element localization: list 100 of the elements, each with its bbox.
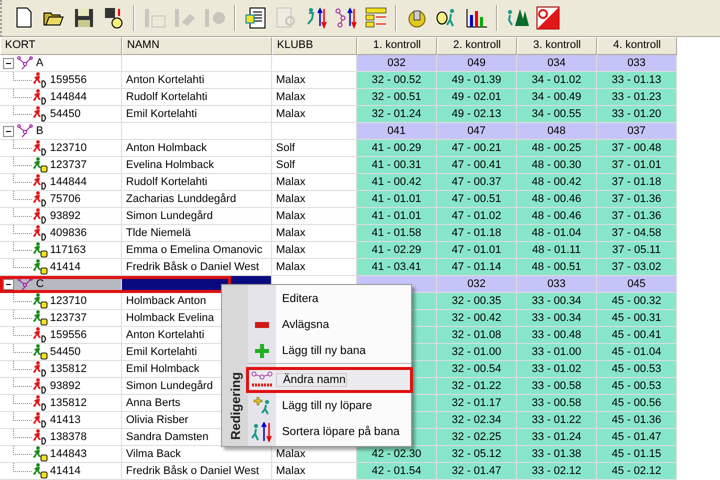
split-time-cell: 41 - 00.42 (357, 174, 437, 191)
runner-name-cell: Anton Holmback (122, 140, 272, 157)
split-time-cell: 47 - 00.51 (437, 191, 517, 208)
column-header[interactable]: NAMN (122, 37, 272, 55)
runner-name-cell: Zacharias Lunddegård (122, 191, 272, 208)
column-header[interactable]: KLUBB (272, 37, 357, 55)
split-time-cell: 32 - 05.12 (437, 446, 517, 463)
split-time-cell: 32 - 01.47 (437, 463, 517, 480)
split-time-cell: 41 - 01.01 (357, 208, 437, 225)
runner-name-cell: Rudolf Kortelahti (122, 174, 272, 191)
split-time-cell: 48 - 01.04 (517, 225, 597, 242)
plus-icon (255, 344, 269, 358)
card-number: 144844 (50, 90, 87, 105)
control-code-cell: 041 (357, 123, 437, 140)
split-time-cell: 42 - 02.30 (357, 446, 437, 463)
collapse-toggle[interactable] (3, 126, 14, 136)
split-time-cell: 33 - 01.22 (517, 412, 597, 429)
split-time-cell: 37 - 00.48 (597, 140, 677, 157)
split-time-cell: 34 - 00.55 (517, 106, 597, 123)
split-time-cell: 32 - 02.34 (437, 412, 517, 429)
column-header[interactable]: 1. kontroll (357, 37, 437, 55)
split-time-cell: 41 - 00.31 (357, 157, 437, 174)
runner-name-cell: Simon Lundegård (122, 208, 272, 225)
chart-icon (464, 6, 488, 30)
runner-name-cell: Anton Kortelahti (122, 72, 272, 89)
column-header[interactable]: 2. kontroll (437, 37, 517, 55)
split-time-cell: 33 - 01.02 (517, 361, 597, 378)
split-time-cell: 41 - 03.41 (357, 259, 437, 276)
control-code-cell: 032 (357, 55, 437, 72)
eraser-icon (172, 6, 196, 30)
split-time-cell: 45 - 00.31 (597, 310, 677, 327)
split-time-cell: 37 - 04.58 (597, 225, 677, 242)
card-number: 123710 (50, 141, 87, 156)
card-number: 159556 (50, 73, 87, 88)
split-time-cell: 47 - 00.41 (437, 157, 517, 174)
collapse-toggle[interactable] (3, 278, 14, 290)
split-time-cell: 32 - 01.08 (437, 327, 517, 344)
control-code-cell: 049 (437, 55, 517, 72)
split-time-cell: 33 - 01.20 (597, 106, 677, 123)
minus-icon (255, 322, 269, 328)
split-time-cell: 33 - 00.34 (517, 293, 597, 310)
course-name: A (36, 56, 44, 71)
control-code-cell: 034 (517, 55, 597, 72)
split-time-cell: 47 - 01.01 (437, 242, 517, 259)
split-time-cell: 32 - 02.25 (437, 429, 517, 446)
split-time-cell: 45 - 00.53 (597, 378, 677, 395)
table-icon (364, 6, 388, 30)
split-time-cell: 48 - 00.30 (517, 157, 597, 174)
menu-item[interactable]: Lägg till ny bana (248, 338, 411, 364)
split-time-cell: 45 - 02.12 (597, 463, 677, 480)
control-code-cell: 047 (437, 123, 517, 140)
split-time-cell: 33 - 01.38 (517, 446, 597, 463)
course-icon (250, 370, 274, 388)
toolbar-button[interactable] (534, 4, 561, 32)
split-time-cell: 42 - 01.54 (357, 463, 437, 480)
runner-name-cell: Emma o Emelina Omanovic (122, 242, 272, 259)
split-time-cell: 49 - 02.13 (437, 106, 517, 123)
card-number: 144844 (50, 175, 87, 190)
split-time-cell: 48 - 00.25 (517, 140, 597, 157)
card-number: 117163 (50, 243, 86, 258)
split-time-cell: 45 - 00.41 (597, 327, 677, 344)
logo-icon (536, 6, 560, 30)
course-cell[interactable]: A (0, 55, 122, 72)
split-time-cell: 47 - 01.02 (437, 208, 517, 225)
add-runner-icon (252, 396, 272, 414)
split-time-cell: 47 - 01.18 (437, 225, 517, 242)
split-time-cell: 37 - 01.18 (597, 174, 677, 191)
collapse-toggle[interactable] (3, 58, 14, 68)
control-code-cell: 045 (597, 276, 677, 293)
report-icon (244, 6, 268, 30)
column-header[interactable]: KORT (0, 37, 122, 55)
split-time-cell: 32 - 01.22 (437, 378, 517, 395)
sort-courses-icon (334, 6, 358, 30)
split-time-cell: 47 - 01.14 (437, 259, 517, 276)
course-icon (16, 124, 34, 138)
course-name: B (36, 124, 44, 139)
card-number: 41414 (50, 464, 81, 479)
card-number: 159556 (50, 328, 87, 343)
split-time-cell: 48 - 00.46 (517, 208, 597, 225)
card-number: 41414 (50, 260, 81, 275)
card-number: 75706 (50, 192, 81, 207)
card-number: 54450 (50, 107, 81, 122)
split-time-cell: 34 - 01.02 (517, 72, 597, 89)
control-code-cell: 033 (597, 55, 677, 72)
split-time-cell: 37 - 03.02 (597, 259, 677, 276)
split-time-cell: 45 - 00.56 (597, 395, 677, 412)
split-time-cell: 37 - 01.36 (597, 208, 677, 225)
split-time-cell: 45 - 01.15 (597, 446, 677, 463)
column-header[interactable]: 3. kontroll (517, 37, 597, 55)
control-code-cell: 037 (597, 123, 677, 140)
preview-icon (274, 6, 298, 30)
course-cell[interactable]: B (0, 123, 122, 140)
column-header[interactable]: 4. kontroll (597, 37, 677, 55)
split-time-cell: 49 - 02.01 (437, 89, 517, 106)
runner-name-cell: Emil Kortelahti (122, 106, 272, 123)
course-icon (16, 277, 34, 291)
card-number: 409836 (50, 226, 87, 241)
card-number: 135812 (50, 362, 87, 377)
split-time-cell: 45 - 00.32 (597, 293, 677, 310)
gear-icon (202, 6, 226, 30)
